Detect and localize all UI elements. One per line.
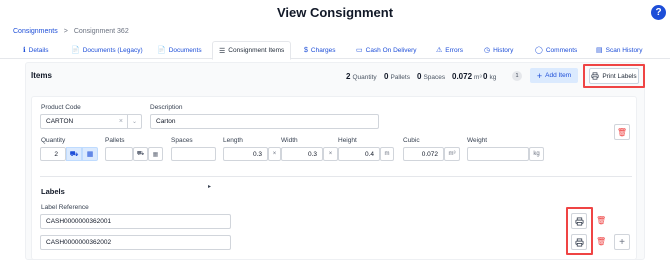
cubic-unit: m³ [444,147,460,161]
clear-icon[interactable]: × [115,118,127,125]
label-reference-field[interactable]: CASH0000000362002 [40,235,231,250]
plus-icon[interactable]: + [614,234,630,250]
summary-cubic: 0.072 m³ [452,72,482,81]
width-input[interactable]: 0.3 [281,147,323,161]
product-code-select[interactable]: CARTON × ⌄ [40,114,142,129]
tab-documents[interactable]: 📄 Documents [157,41,202,59]
pallet-unit-icon[interactable]: ▦ [82,147,98,161]
summary-spaces: 0 Spaces [417,72,446,81]
tab-bar: ℹ Details 📄 Documents (Legacy) 📄 Documents … [0,41,670,60]
tab-cash-on-delivery[interactable]: ▭ Cash On Delivery [356,41,417,59]
tab-documents-legacy[interactable]: 📄 Documents (Legacy) [71,41,143,59]
height-input[interactable]: 0.4 [338,147,380,161]
summary-pallets: 0 Pallets [384,72,410,81]
print-labels-button[interactable]: Print Labels [589,68,639,84]
description-input[interactable]: Carton [150,114,379,129]
print-label-button[interactable] [571,213,587,229]
tab-history[interactable]: ◷ History [484,41,513,59]
breadcrumb-consignments[interactable]: Consignments [13,28,58,35]
warning-icon: ⚠ [436,47,443,54]
breadcrumb-current: Consignment 362 [73,28,129,35]
document-icon: 📄 [71,47,80,54]
carton-unit-icon[interactable]: ⛟ [133,147,148,161]
weight-input[interactable] [467,147,529,161]
chevron-right-icon: > [63,28,68,35]
tab-details[interactable]: ℹ Details [23,41,49,59]
printer-icon [591,72,599,80]
tab-errors[interactable]: ⚠ Errors [436,41,463,59]
summary-weight: 0 kg [483,72,497,81]
tab-charges[interactable]: $ Charges [304,41,335,59]
trash-icon[interactable]: 🗑 [596,216,606,225]
cubic-label: Cubic [403,137,420,144]
trash-icon[interactable]: 🗑 [596,237,606,246]
dollar-icon: $ [304,46,308,54]
weight-label: Weight [467,137,488,144]
print-label-button[interactable] [571,234,587,250]
barcode-icon: ▤ [596,47,603,54]
chevron-down-icon[interactable]: ⌄ [126,115,141,128]
length-input[interactable]: 0.3 [223,147,268,161]
carton-unit-icon[interactable]: ⛟ [66,147,82,161]
tab-scan-history[interactable]: ▤ Scan History [596,41,642,59]
info-icon: ℹ [23,47,26,54]
trash-icon[interactable]: 🗑 [614,124,630,140]
weight-unit: kg [529,147,544,161]
clock-icon: ◷ [484,47,491,54]
label-reference-label: Label Reference [41,204,89,211]
spaces-input[interactable] [171,147,216,161]
plus-icon: + [536,70,543,81]
width-label: Width [281,137,298,144]
add-item-button[interactable]: + Add Item [530,68,578,83]
tab-comments[interactable]: ◯ Comments [535,41,577,59]
dimension-unit: m [380,147,394,161]
summary-quantity: 2 Quantity [346,72,377,81]
times-icon: × [268,147,281,161]
spaces-label: Spaces [171,137,193,144]
item-count-badge: 1 [512,71,522,81]
list-icon: ☰ [219,47,226,55]
label-reference-field[interactable]: CASH0000000362001 [40,214,231,229]
cash-icon: ▭ [356,47,363,54]
items-title: Items [31,71,52,80]
printer-icon [574,216,584,226]
printer-icon [574,237,584,247]
height-label: Height [338,137,357,144]
times-icon: × [323,147,338,161]
quantity-input[interactable]: 2 [40,147,66,161]
description-label: Description [150,104,183,111]
divider [40,176,632,177]
length-label: Length [223,137,243,144]
help-icon[interactable]: ? [651,5,666,20]
pallets-input[interactable] [105,147,133,161]
pallets-label: Pallets [105,137,125,144]
page-title: View Consignment [276,5,394,20]
quantity-label: Quantity [41,137,66,144]
comment-icon: ◯ [535,47,543,54]
product-code-label: Product Code [41,104,81,111]
breadcrumb: Consignments > Consignment 362 [13,28,129,35]
document-icon: 📄 [157,47,166,54]
pallet-unit-icon[interactable]: ▦ [148,147,163,161]
cubic-input[interactable]: 0.072 [403,147,444,161]
labels-title: Labels [41,187,65,196]
tab-consignment-items[interactable]: ☰ Consignment Items [212,41,292,60]
mouse-cursor: ▸ [208,184,212,190]
